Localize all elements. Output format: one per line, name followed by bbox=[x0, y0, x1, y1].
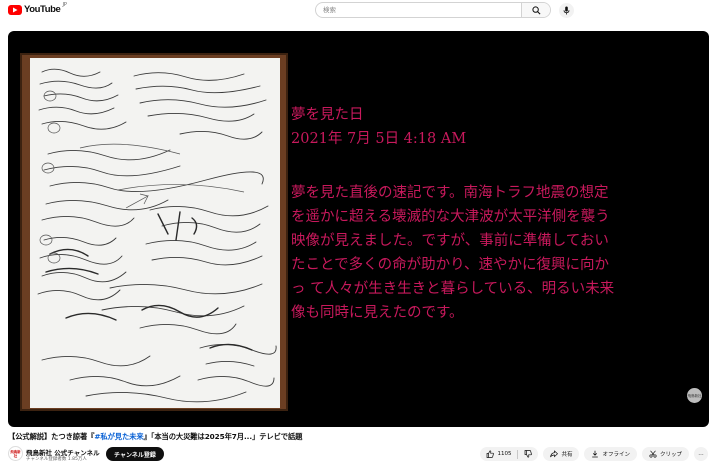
handwritten-note-image bbox=[30, 58, 280, 408]
share-button[interactable]: 共有 bbox=[543, 447, 580, 461]
channel-row: 飛鳥新社 飛鳥新社 公式チャンネル チャンネル登録者数 1.85万人 チャンネル… bbox=[8, 446, 708, 462]
top-bar: YouTube JP bbox=[0, 0, 714, 22]
like-count: 1105 bbox=[497, 451, 512, 457]
overlay-line: 夢を見た直後の速記です。南海トラフ地震の想定 bbox=[291, 185, 609, 201]
thumbs-up-icon bbox=[487, 450, 495, 458]
overlay-title: 夢を見た日 bbox=[291, 107, 364, 123]
search-button[interactable] bbox=[521, 3, 550, 17]
offline-label: オフライン bbox=[602, 452, 630, 458]
share-icon bbox=[550, 450, 559, 458]
subscriber-count: チャンネル登録者数 1.85万人 bbox=[26, 457, 87, 462]
subscribe-button[interactable]: チャンネル登録 bbox=[106, 447, 164, 461]
video-caption-overlay: 夢を見た日 2021年 7月 5日 4:18 AM 夢を見た直後の速記です。南海… bbox=[291, 103, 705, 325]
overlay-line: を遥かに超える壊滅的な大津波が太平洋側を襲う bbox=[291, 209, 610, 225]
action-bar: 1105 共有 オフライン クリップ … bbox=[480, 447, 708, 461]
clip-button[interactable]: クリップ bbox=[641, 447, 689, 461]
voice-search-button[interactable] bbox=[559, 3, 574, 18]
download-icon bbox=[592, 450, 599, 458]
search-box bbox=[315, 2, 551, 18]
overlay-line: たことで多くの命が助かり、速やかに復興に向か bbox=[291, 257, 609, 273]
channel-watermark[interactable]: 飛鳥新社 bbox=[687, 388, 702, 403]
search-input[interactable] bbox=[316, 3, 521, 17]
youtube-play-icon bbox=[8, 4, 22, 15]
more-actions-button[interactable]: … bbox=[694, 447, 708, 461]
microphone-icon bbox=[563, 6, 570, 15]
youtube-logo[interactable]: YouTube JP bbox=[8, 2, 67, 15]
share-label: 共有 bbox=[561, 452, 573, 458]
overlay-line: っ て人々が生き生きと暮らしている、明るい未来 bbox=[291, 281, 615, 297]
like-dislike-group: 1105 bbox=[480, 447, 539, 461]
title-suffix: 』「本当の大災難は2025年7月...」テレビで話題 bbox=[143, 432, 303, 441]
handwriting-scribbles bbox=[37, 68, 277, 403]
offline-download-button[interactable]: オフライン bbox=[584, 447, 637, 461]
video-title: 【公式解説】たつき諒著『#私が見た未来』「本当の大災難は2025年7月...」テ… bbox=[8, 432, 708, 442]
title-prefix: 【公式解説】たつき諒著『 bbox=[8, 432, 95, 441]
logo-region: JP bbox=[62, 2, 67, 8]
video-player[interactable]: 夢を見た日 2021年 7月 5日 4:18 AM 夢を見た直後の速記です。南海… bbox=[8, 31, 709, 427]
scissors-icon bbox=[649, 450, 657, 458]
thumbs-down-icon bbox=[525, 450, 533, 458]
logo-text: YouTube bbox=[24, 4, 61, 15]
overlay-date: 2021年 7月 5日 4:18 AM bbox=[291, 131, 467, 147]
clip-label: クリップ bbox=[659, 452, 682, 458]
channel-avatar[interactable]: 飛鳥新社 bbox=[8, 446, 23, 461]
overlay-line: 像も同時に見えたのです。 bbox=[291, 305, 464, 321]
like-button[interactable]: 1105 bbox=[480, 447, 517, 461]
title-hashtag-link[interactable]: #私が見た未来 bbox=[94, 432, 143, 441]
overlay-line: 映像が見えました。ですが、事前に準備しておい bbox=[291, 233, 609, 249]
search-icon bbox=[531, 5, 540, 14]
dislike-button[interactable] bbox=[518, 447, 538, 461]
